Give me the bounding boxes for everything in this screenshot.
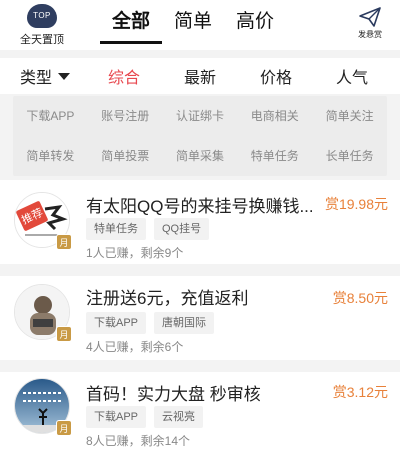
type-filter-dropdown[interactable]: 类型 xyxy=(0,64,86,88)
task-tag: QQ挂号 xyxy=(154,218,210,240)
paper-plane-icon xyxy=(350,6,390,28)
task-progress-text: 8人已赚，剩余14个 xyxy=(86,434,191,448)
publish-bounty-label: 发悬赏 xyxy=(358,30,382,39)
avatar: 月 xyxy=(14,284,72,342)
sort-popularity[interactable]: 人气 xyxy=(314,64,390,88)
avatar: 月 xyxy=(14,378,72,436)
tab-simple[interactable]: 简单 xyxy=(162,0,224,50)
task-title: 注册送6元，充值返利 xyxy=(86,289,249,308)
tab-all[interactable]: 全部 xyxy=(100,0,163,50)
tab-high-price[interactable]: 高价 xyxy=(224,0,286,50)
sort-comprehensive[interactable]: 综合 xyxy=(86,64,162,88)
type-filter-label: 类型 xyxy=(20,70,53,87)
task-progress-text: 4人已赚，剩余6个 xyxy=(86,340,184,354)
top-badge-icon: TOP xyxy=(27,4,57,28)
sort-bar: 类型 综合 最新 价格 人气 xyxy=(0,58,400,94)
task-tags: 下载APP 云视亮 xyxy=(86,406,204,428)
top-header: TOP 全天置顶 全部 简单 高价 发悬赏 xyxy=(0,0,400,50)
category-ecommerce[interactable]: 电商相关 xyxy=(237,96,312,136)
main-tabs: 全部 简单 高价 xyxy=(100,0,286,50)
monthly-badge: 月 xyxy=(56,420,72,436)
publish-bounty-button[interactable]: 发悬赏 xyxy=(350,6,390,40)
task-reward: 赏8.50元 xyxy=(332,290,388,306)
task-title: 有太阳QQ号的来挂号换赚钱... xyxy=(86,197,312,216)
task-tags: 特单任务 QQ挂号 xyxy=(86,218,210,240)
task-tags: 下载APP 唐朝国际 xyxy=(86,312,215,334)
monthly-badge: 月 xyxy=(56,326,72,342)
category-account-register[interactable]: 账号注册 xyxy=(88,96,163,136)
sort-newest[interactable]: 最新 xyxy=(162,64,238,88)
task-card[interactable]: 月 首码！实力大盘 秒审核 赏3.12元 下载APP 云视亮 8人已赚，剩余14… xyxy=(0,372,400,456)
monthly-badge: 月 xyxy=(56,234,72,250)
task-card[interactable]: 推荐 月 有太阳QQ号的来挂号换赚钱... 赏19.98元 特单任务 QQ挂号 … xyxy=(0,180,400,264)
caret-down-icon xyxy=(58,72,71,80)
task-tag: 特单任务 xyxy=(86,218,146,240)
category-simple-follow[interactable]: 简单关注 xyxy=(312,96,387,136)
category-simple-share[interactable]: 简单转发 xyxy=(13,136,88,176)
category-long-task[interactable]: 长单任务 xyxy=(312,136,387,176)
task-tag: 唐朝国际 xyxy=(154,312,215,334)
category-dropdown-panel: 下载APP 账号注册 认证绑卡 电商相关 简单关注 简单转发 简单投票 简单采集… xyxy=(13,96,387,176)
category-verify-bind-card[interactable]: 认证绑卡 xyxy=(163,96,238,136)
task-reward: 赏3.12元 xyxy=(332,384,388,400)
category-download-app[interactable]: 下载APP xyxy=(13,96,88,136)
category-simple-vote[interactable]: 简单投票 xyxy=(88,136,163,176)
task-title: 首码！实力大盘 秒审核 xyxy=(86,385,261,404)
top-pin-button[interactable]: TOP 全天置顶 xyxy=(12,4,72,46)
sort-price[interactable]: 价格 xyxy=(238,64,314,88)
top-pin-label: 全天置顶 xyxy=(20,34,64,46)
task-tag: 云视亮 xyxy=(154,406,204,428)
task-tag: 下载APP xyxy=(86,406,147,428)
avatar: 推荐 月 xyxy=(14,192,72,250)
category-special-task[interactable]: 特单任务 xyxy=(237,136,312,176)
task-tag: 下载APP xyxy=(86,312,147,334)
task-reward: 赏19.98元 xyxy=(324,196,388,212)
task-card[interactable]: 月 注册送6元，充值返利 赏8.50元 下载APP 唐朝国际 4人已赚，剩余6个 xyxy=(0,276,400,360)
category-simple-collect[interactable]: 简单采集 xyxy=(163,136,238,176)
task-progress-text: 1人已赚，剩余9个 xyxy=(86,246,184,260)
